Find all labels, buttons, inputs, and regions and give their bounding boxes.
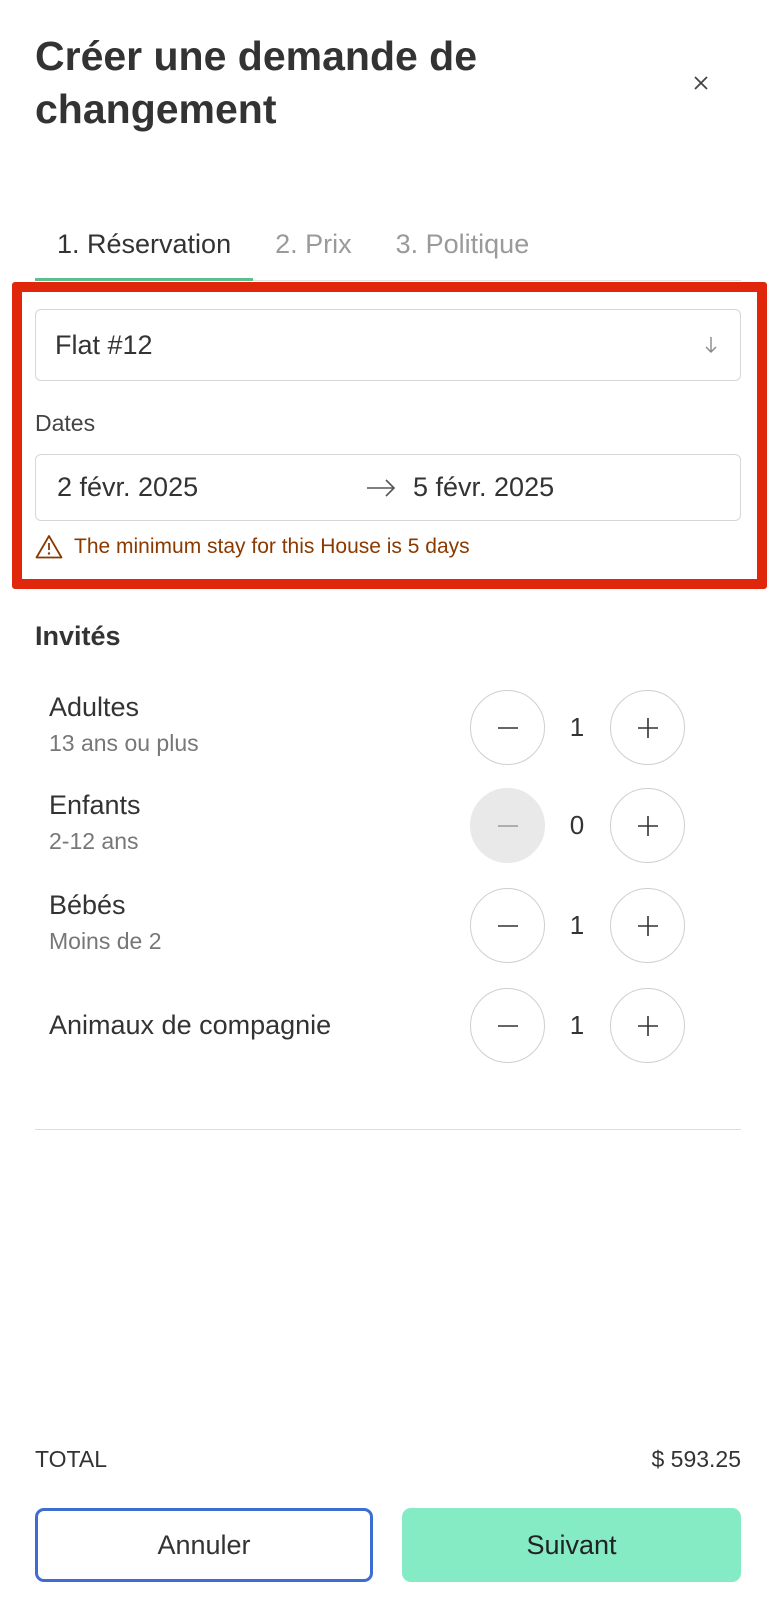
cancel-button[interactable]: Annuler: [35, 1508, 373, 1582]
plus-icon: [637, 1015, 658, 1036]
guests-title: Invités: [35, 621, 121, 651]
tab-bar: 1. Réservation 2. Prix 3. Politique: [35, 215, 741, 281]
end-date[interactable]: 5 févr. 2025: [413, 472, 554, 503]
tab-reservation[interactable]: 1. Réservation: [35, 215, 254, 281]
property-select[interactable]: Flat #12: [35, 309, 741, 381]
infants-decrement-button[interactable]: [470, 888, 545, 963]
tab-politique[interactable]: 3. Politique: [374, 215, 552, 281]
min-stay-warning: The minimum stay for this House is 5 day…: [35, 534, 470, 559]
page-title: Créer une demande de changement: [35, 33, 478, 132]
minus-icon: [497, 924, 518, 927]
children-count: 0: [569, 810, 585, 840]
pets-increment-button[interactable]: [610, 988, 685, 1063]
adults-increment-button[interactable]: [610, 690, 685, 765]
pets-count: 1: [569, 1010, 585, 1040]
guest-desc: Moins de 2: [49, 928, 162, 954]
adults-count: 1: [569, 712, 585, 742]
guest-label: Bébés: [49, 890, 126, 920]
guest-row-pets: Animaux de compagnie 1: [49, 988, 709, 1064]
date-range-field[interactable]: 2 févr. 2025 5 févr. 2025: [35, 454, 741, 521]
pets-decrement-button[interactable]: [470, 988, 545, 1063]
guest-row-infants: Bébés Moins de 2 1: [49, 888, 709, 964]
warning-text: The minimum stay for this House is 5 day…: [74, 534, 470, 558]
minus-icon: [497, 824, 518, 827]
total-label: TOTAL: [35, 1446, 107, 1472]
divider: [35, 1129, 741, 1130]
plus-icon: [637, 915, 658, 936]
guest-label: Animaux de compagnie: [49, 1010, 332, 1040]
guest-desc: 13 ans ou plus: [49, 730, 199, 756]
adults-decrement-button[interactable]: [470, 690, 545, 765]
warning-icon: [35, 535, 63, 559]
plus-icon: [637, 815, 658, 836]
arrow-down-icon: [705, 337, 717, 353]
close-button[interactable]: [686, 68, 716, 98]
total-value: $ 593.25: [651, 1446, 741, 1472]
guest-desc: 2-12 ans: [49, 828, 139, 854]
plus-icon: [637, 717, 658, 738]
change-request-panel: Créer une demande de changement 1. Réser…: [0, 0, 784, 1612]
children-decrement-button[interactable]: [470, 788, 545, 863]
start-date[interactable]: 2 févr. 2025: [57, 472, 198, 503]
guest-label: Adultes: [49, 692, 140, 722]
arrow-right-icon: [367, 479, 396, 497]
dates-label: Dates: [35, 410, 96, 436]
guest-row-adults: Adultes 13 ans ou plus 1: [49, 690, 709, 766]
property-select-value: Flat #12: [55, 329, 153, 360]
minus-icon: [497, 726, 518, 729]
infants-increment-button[interactable]: [610, 888, 685, 963]
guest-row-children: Enfants 2-12 ans 0: [49, 788, 709, 864]
infants-count: 1: [569, 910, 585, 940]
guest-label: Enfants: [49, 790, 141, 820]
children-increment-button[interactable]: [610, 788, 685, 863]
tab-prix[interactable]: 2. Prix: [253, 215, 374, 281]
minus-icon: [497, 1024, 518, 1027]
next-button[interactable]: Suivant: [402, 1508, 741, 1582]
close-icon[interactable]: [693, 75, 709, 91]
